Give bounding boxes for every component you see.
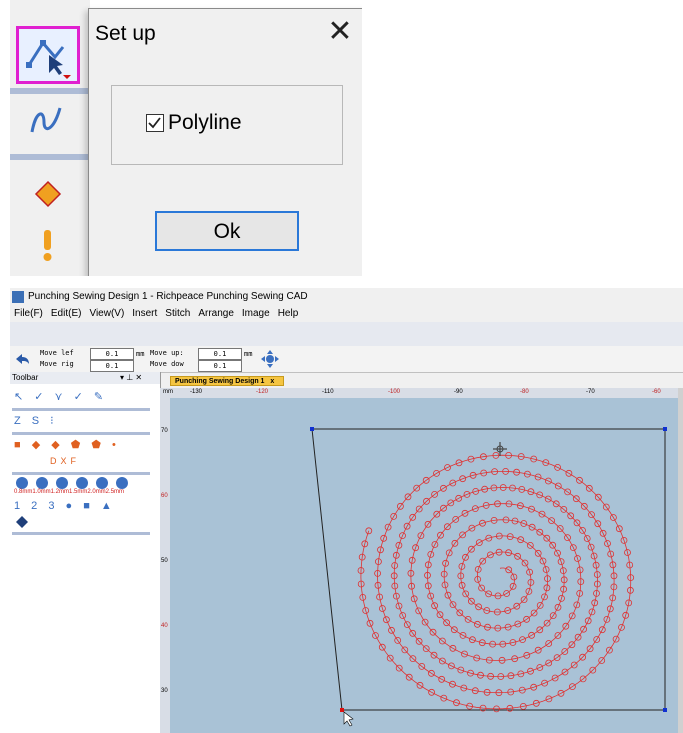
app-icon	[12, 291, 24, 303]
curve-tool-icon	[30, 107, 62, 133]
setup-screenshot-crop: Set up ✕ Polyline Ok	[10, 0, 362, 276]
undo-arrow-icon[interactable]	[14, 352, 30, 366]
toolbar-panel: Toolbar ▾ ⊥ ✕ ↖ ✓ ⋎ ✓ ✎ Z S ⁝ ■ ◆ ◆ ⬟ ⬟ …	[10, 372, 161, 733]
curve-tool-button[interactable]	[26, 100, 66, 145]
vertical-scrollbar[interactable]	[678, 388, 683, 733]
punch-size-labels: 0.8mm1.0mm1.2mm1.5mm2.0mm2.5mm	[14, 489, 125, 495]
dialog-title: Set up	[95, 22, 156, 45]
design-canvas[interactable]: mm -130 -120 -110 -100 -90 -80 -70 -60 7…	[160, 388, 678, 733]
toolbar-title: Toolbar	[12, 373, 39, 382]
ruler-tick: 30	[161, 688, 168, 694]
ribbon-area	[10, 322, 683, 347]
punch-size-icons[interactable]	[14, 476, 144, 490]
stitch-point	[365, 527, 373, 535]
ruler-tick: -130	[190, 389, 203, 395]
diamond-tool-button[interactable]	[34, 180, 62, 213]
polyline-tool-icon	[26, 40, 71, 79]
toolbar-separator	[10, 88, 90, 94]
ruler-top: mm -130 -120 -110 -100 -90 -80 -70 -60	[160, 388, 678, 398]
menu-view[interactable]: View(V)	[89, 308, 124, 319]
ruler-tick: -90	[454, 389, 463, 395]
ruler-tick: -70	[586, 389, 595, 395]
toolbar-row-punch-shapes[interactable]: 1 2 3 ● ■ ▲	[14, 500, 116, 512]
menu-insert[interactable]: Insert	[132, 308, 157, 319]
checkmark-icon	[148, 117, 161, 129]
polyline-checkbox[interactable]	[146, 114, 164, 132]
ruler-tick: 70	[161, 428, 168, 434]
panel-pin-icon[interactable]: ▾ ⊥ ✕	[120, 372, 142, 384]
toolbar-separator	[12, 408, 150, 411]
toolbar-row-shape-tools[interactable]: ■ ◆ ◆ ⬟ ⬟ •	[14, 438, 120, 451]
toolbar-separator	[12, 532, 150, 535]
option-group: Polyline	[111, 85, 343, 165]
tab-label: Punching Sewing Design 1	[175, 378, 265, 385]
ruler-tick: -100	[388, 389, 401, 395]
tab-punching-sewing-design-1[interactable]: Punching Sewing Design 1 x	[170, 376, 284, 386]
ruler-left: 70 60 50 40 30	[160, 398, 170, 733]
cad-window: Punching Sewing Design 1 - Richpeace Pun…	[10, 288, 683, 733]
ruler-unit: mm	[163, 389, 173, 395]
toolbar-row-select-tools[interactable]: ↖ ✓ ⋎ ✓ ✎	[14, 390, 107, 403]
mini-toolbar	[10, 0, 90, 276]
outline-node	[663, 427, 667, 431]
ok-button[interactable]: Ok	[155, 211, 299, 251]
toolbar-separator	[12, 472, 150, 475]
close-icon[interactable]: ✕	[325, 17, 355, 47]
crosshair-cursor-icon	[493, 442, 507, 456]
exclamation-icon	[43, 230, 52, 261]
move-left-label: Move lef	[40, 349, 74, 357]
ruler-tick: -110	[322, 389, 334, 395]
menu-image[interactable]: Image	[242, 308, 270, 319]
stitch-spiral	[357, 452, 635, 713]
polyline-label[interactable]: Polyline	[168, 111, 242, 135]
move-up-label: Move up:	[150, 349, 184, 357]
design-drawing[interactable]	[170, 398, 678, 733]
menu-bar: File(F) Edit(E) View(V) Insert Stitch Arrange…	[10, 306, 683, 322]
menu-edit[interactable]: Edit(E)	[51, 308, 82, 319]
tab-close-icon[interactable]: x	[270, 378, 274, 385]
move-right-label: Move rig	[40, 360, 74, 368]
outline-node	[663, 708, 667, 712]
unit-label: mm	[244, 350, 253, 358]
ruler-tick: 40	[161, 623, 168, 629]
move-right-field[interactable]: 0.1	[90, 360, 134, 372]
diamond-shape-icon	[34, 180, 62, 208]
ruler-tick: -80	[520, 389, 529, 395]
setup-dialog: Set up ✕ Polyline Ok	[88, 8, 362, 276]
outline-node	[340, 708, 344, 712]
move-down-field[interactable]: 0.1	[198, 360, 242, 372]
move-up-field[interactable]: 0.1	[198, 348, 242, 360]
toolbar-separator	[10, 154, 90, 160]
exclamation-tool-button[interactable]	[40, 228, 54, 267]
ruler-tick: -60	[652, 389, 661, 395]
move-left-field[interactable]: 0.1	[90, 348, 134, 360]
menu-arrange[interactable]: Arrange	[198, 308, 234, 319]
move-toolbar: Move lef Move rig 0.1 0.1 mm Move up: Mo…	[10, 346, 683, 373]
outline-node	[310, 427, 314, 431]
menu-file[interactable]: File(F)	[14, 308, 43, 319]
polyline-tool-button[interactable]	[16, 26, 80, 84]
window-titlebar: Punching Sewing Design 1 - Richpeace Pun…	[10, 288, 683, 306]
window-title: Punching Sewing Design 1 - Richpeace Pun…	[28, 291, 308, 302]
toolbar-row-line-tools[interactable]: Z S ⁝	[14, 414, 58, 427]
ruler-tick: 60	[161, 493, 168, 499]
dialog-body: Polyline Ok	[89, 61, 362, 276]
unit-label: mm	[136, 350, 145, 358]
dxf-tool-button[interactable]: DXF	[50, 456, 80, 466]
toolbar-header: Toolbar ▾ ⊥ ✕	[10, 372, 160, 384]
menu-stitch[interactable]: Stitch	[165, 308, 190, 319]
ruler-tick: 50	[161, 558, 168, 564]
ruler-tick: -120	[256, 389, 269, 395]
diamond-fill-icon[interactable]	[16, 516, 28, 528]
menu-help[interactable]: Help	[278, 308, 299, 319]
mouse-pointer-icon	[343, 711, 354, 727]
move-down-label: Move dow	[150, 360, 184, 368]
outline-quadrilateral	[311, 428, 666, 711]
toolbar-separator	[12, 432, 150, 435]
move-arrows-icon[interactable]	[260, 349, 280, 369]
